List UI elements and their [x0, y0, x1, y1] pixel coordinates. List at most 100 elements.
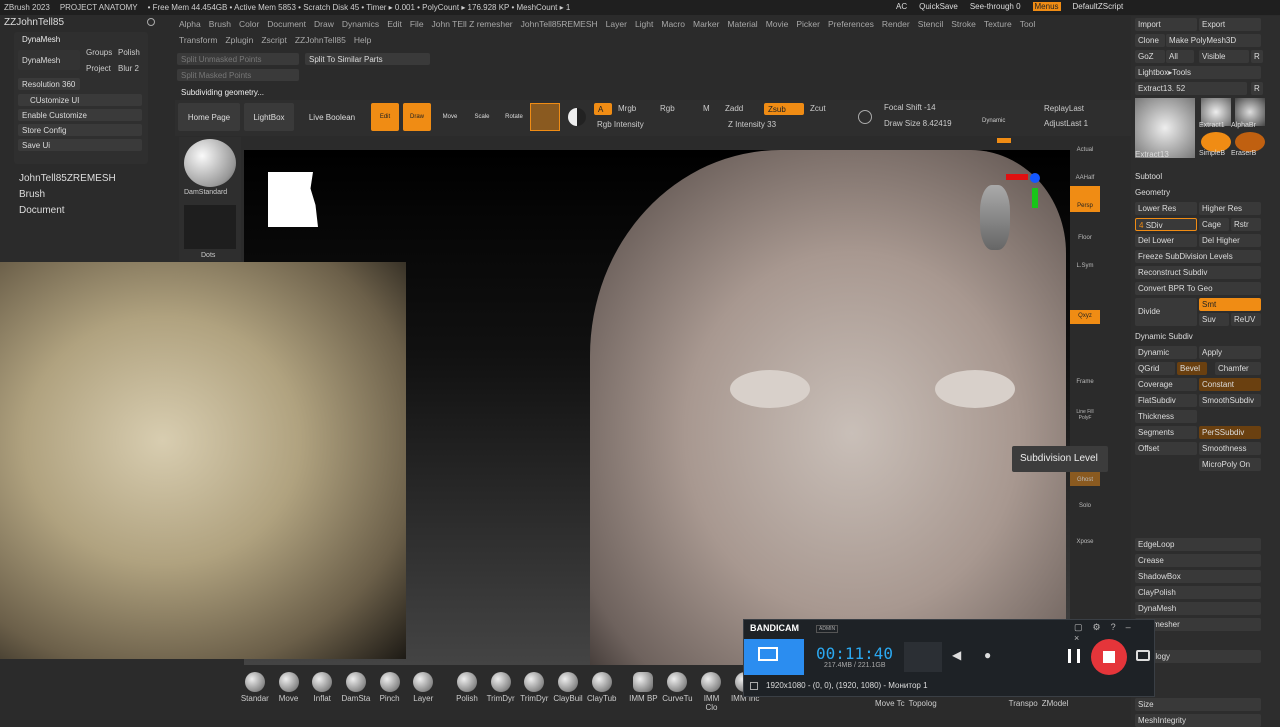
convert-bpr-button[interactable]: Convert BPR To Geo	[1135, 282, 1261, 295]
reconstruct-subdiv-button[interactable]: Reconstruct Subdiv	[1135, 266, 1261, 279]
dynamesh-button[interactable]: DynaMesh	[18, 50, 80, 70]
brush-trimdyn-2[interactable]: TrimDyr	[520, 668, 550, 720]
blur-slider[interactable]: Blur 2	[118, 64, 139, 73]
menu-picker[interactable]: Picker	[796, 19, 820, 29]
brush-imm-clo[interactable]: IMM Clo	[697, 668, 727, 720]
coverage-slider[interactable]: Coverage	[1135, 378, 1197, 391]
menu-zplugin[interactable]: Zplugin	[225, 35, 253, 45]
speaker-icon[interactable]: ◀	[952, 648, 961, 662]
suv-toggle[interactable]: Suv	[1199, 313, 1229, 326]
store-config-button[interactable]: Store Config	[18, 124, 142, 136]
divide-button[interactable]: Divide	[1135, 298, 1197, 326]
export-button[interactable]: Export	[1199, 18, 1261, 31]
menus-button[interactable]: Menus	[1032, 2, 1061, 11]
chamfer-toggle[interactable]: Chamfer	[1215, 362, 1261, 375]
damstandard-brush-icon[interactable]	[184, 139, 236, 187]
freeze-subdiv-button[interactable]: Freeze SubDivision Levels	[1135, 250, 1261, 263]
size-menu[interactable]: Size	[1135, 698, 1261, 711]
segments-slider[interactable]: Segments	[1135, 426, 1197, 439]
enable-customize-button[interactable]: Enable Customize	[18, 109, 142, 121]
groups-toggle[interactable]: Groups	[86, 48, 112, 57]
lower-res-button[interactable]: Lower Res	[1135, 202, 1197, 215]
menu-stroke[interactable]: Stroke	[951, 19, 976, 29]
r-button[interactable]: R	[1251, 50, 1263, 63]
menu-brush[interactable]: Brush	[209, 19, 231, 29]
solo-button[interactable]: Solo	[1070, 486, 1100, 512]
brush-menu[interactable]: Brush	[19, 189, 45, 200]
brush-curvetube[interactable]: CurveTu	[662, 668, 693, 720]
eraserbrush-thumbnail[interactable]	[1235, 132, 1265, 152]
cage-button[interactable]: Cage	[1199, 218, 1229, 231]
linefill-button[interactable]: Line Fill PolyF	[1070, 392, 1100, 421]
m-toggle[interactable]: M	[703, 104, 710, 113]
aahalf-button[interactable]: AAHalf	[1070, 158, 1100, 184]
menu-material[interactable]: Material	[727, 19, 757, 29]
remesh-menu[interactable]: JohnTell85ZREMESH	[19, 173, 116, 184]
brush-imm-bp[interactable]: IMM BP	[629, 668, 659, 720]
transpose-brush[interactable]: Transpo	[1009, 699, 1038, 708]
reuv-button[interactable]: ReUV	[1231, 313, 1261, 326]
qgrid-slider[interactable]: QGrid	[1135, 362, 1175, 375]
webcam-button[interactable]	[904, 642, 942, 672]
clone-button[interactable]: Clone	[1135, 34, 1165, 47]
simplebrush-thumbnail[interactable]	[1201, 132, 1231, 152]
menu-layer[interactable]: Layer	[606, 19, 627, 29]
r-button-2[interactable]: R	[1251, 82, 1263, 95]
flat-subdiv-slider[interactable]: FlatSubdiv	[1135, 394, 1197, 407]
actual-button[interactable]: Actual	[1070, 130, 1100, 156]
subtool-menu[interactable]: Subtool	[1135, 172, 1162, 181]
del-lower-button[interactable]: Del Lower	[1135, 234, 1197, 247]
home-page-button[interactable]: Home Page	[178, 103, 240, 131]
menu-document[interactable]: Document	[267, 19, 306, 29]
lightbox-button[interactable]: LightBox	[244, 103, 294, 131]
user-label[interactable]: ZZJohnTell85	[4, 17, 64, 28]
pause-button[interactable]	[1068, 649, 1080, 663]
brush-move[interactable]: Move	[274, 668, 304, 720]
split-masked-button[interactable]: Split Masked Points	[177, 69, 299, 81]
draw-button[interactable]: Draw	[403, 103, 431, 131]
brush-standard[interactable]: Standar	[240, 668, 270, 720]
menu-stencil[interactable]: Stencil	[918, 19, 944, 29]
alpha-toggle[interactable]: A	[594, 103, 612, 115]
rstr-button[interactable]: Rstr	[1231, 218, 1261, 231]
menu-dynamics[interactable]: Dynamics	[342, 19, 379, 29]
dynamic-toggle-right[interactable]: Dynamic	[1135, 346, 1197, 359]
customize-ui-button[interactable]: CUstomize UI	[18, 94, 142, 106]
focal-shift-slider[interactable]: Focal Shift -14	[884, 103, 936, 112]
dynamic-toggle[interactable]: Dynamic	[982, 118, 1005, 124]
persp-button[interactable]: Persp	[1070, 186, 1100, 212]
z-intensity-slider[interactable]: Z Intensity 33	[728, 120, 776, 129]
ac-button[interactable]: AC	[896, 2, 907, 11]
constant-toggle[interactable]: Constant	[1199, 378, 1261, 391]
zcut-toggle[interactable]: Zcut	[810, 104, 826, 113]
default-zscript[interactable]: DefaultZScript	[1073, 2, 1124, 11]
live-boolean-button[interactable]: Live Boolean	[303, 103, 361, 131]
screen-mode-button[interactable]	[744, 639, 804, 675]
mesh-integrity-menu[interactable]: MeshIntegrity	[1135, 714, 1261, 727]
crease-menu[interactable]: Crease	[1135, 554, 1261, 567]
menu-file[interactable]: File	[410, 19, 424, 29]
all-button[interactable]: All	[1166, 50, 1194, 63]
brush-polish[interactable]: Polish	[452, 668, 482, 720]
visible-button[interactable]: Visible	[1199, 50, 1249, 63]
qxyz-button[interactable]: Qxyz	[1070, 310, 1100, 324]
menu-macro[interactable]: Macro	[661, 19, 685, 29]
microphone-icon[interactable]: ●	[984, 648, 991, 662]
dynamesh-menu[interactable]: DynaMesh	[1135, 602, 1261, 615]
apply-button[interactable]: Apply	[1199, 346, 1261, 359]
navigation-gizmo-head[interactable]	[980, 185, 1010, 250]
floor-button[interactable]: Floor	[1070, 218, 1100, 244]
lightbox-tools-button[interactable]: Lightbox▸Tools	[1135, 66, 1261, 79]
menu-texture[interactable]: Texture	[984, 19, 1012, 29]
gizmo-z-axis-icon[interactable]	[1030, 173, 1040, 183]
quicksave-button[interactable]: QuickSave	[919, 2, 958, 11]
material-swatch[interactable]	[530, 103, 560, 131]
zadd-toggle[interactable]: Zadd	[725, 104, 743, 113]
make-polymesh-button[interactable]: Make PolyMesh3D	[1166, 34, 1261, 47]
menu-transform[interactable]: Transform	[179, 35, 217, 45]
save-ui-button[interactable]: Save Ui	[18, 139, 142, 151]
menu-marker[interactable]: Marker	[693, 19, 719, 29]
topology-brush[interactable]: Topolog	[909, 699, 937, 708]
dynamesh-header[interactable]: DynaMesh	[22, 35, 60, 44]
menu-remesh[interactable]: JohnTell85REMESH	[521, 19, 598, 29]
